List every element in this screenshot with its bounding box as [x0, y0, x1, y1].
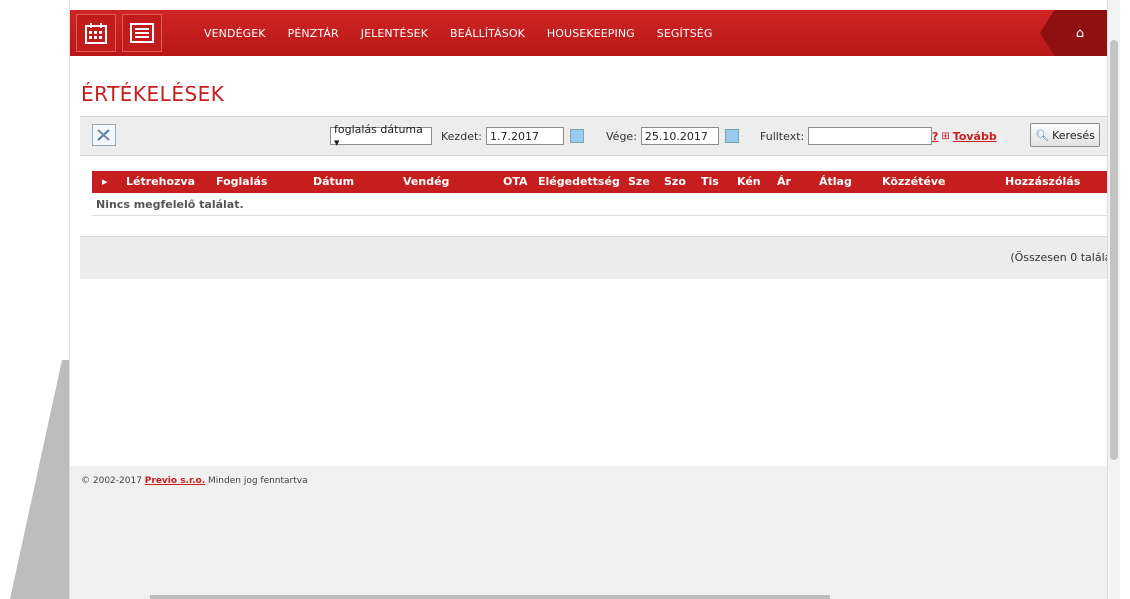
- col-header[interactable]: OTA: [503, 175, 528, 188]
- search-icon: 🔍︎: [1035, 128, 1050, 142]
- date-type-select[interactable]: foglalás dátuma ▾: [330, 123, 432, 149]
- col-header[interactable]: Dátum: [313, 175, 354, 188]
- more-link[interactable]: Tovább: [953, 130, 997, 143]
- result-count: (Összesen 0 találat): [1010, 251, 1120, 264]
- copyright-suffix: Minden jog fenntartva: [208, 476, 308, 486]
- menu-item-penztar[interactable]: PÉNZTÁR: [288, 27, 339, 40]
- company-link[interactable]: Previo s.r.o.: [145, 476, 205, 486]
- copyright-prefix: © 2002-2017: [81, 476, 142, 486]
- start-label: Kezdet:: [441, 129, 482, 143]
- main-menu: VENDÉGEK PÉNZTÁR JELENTÉSEK BEÁLLÍTÁSOK …: [204, 10, 734, 56]
- page-title: ÉRTÉKELÉSEK: [81, 82, 225, 106]
- menu-item-segitseg[interactable]: SEGÍTSÉG: [657, 27, 713, 40]
- settings-tool-button[interactable]: [92, 124, 116, 146]
- menu-item-housekeeping[interactable]: HOUSEKEEPING: [547, 27, 635, 40]
- menu-item-vendegek[interactable]: VENDÉGEK: [204, 27, 266, 40]
- start-date-input[interactable]: 1.7.2017: [485, 127, 564, 145]
- copyright: © 2002-2017 Previo s.r.o. Minden jog fen…: [81, 476, 308, 486]
- vertical-scrollbar[interactable]: [1107, 0, 1120, 599]
- col-header[interactable]: Elégedettség: [538, 175, 620, 188]
- decorative-shape: [10, 360, 80, 599]
- col-header[interactable]: Közzétéve: [882, 175, 946, 188]
- app-window: VENDÉGEK PÉNZTÁR JELENTÉSEK BEÁLLÍTÁSOK …: [69, 0, 1120, 599]
- col-header[interactable]: Átlag: [819, 175, 852, 188]
- expand-arrow-icon[interactable]: ▸: [102, 175, 108, 188]
- tools-icon: [97, 129, 110, 141]
- fulltext-label: Fulltext:: [760, 129, 805, 143]
- result-bar: (Összesen 0 találat): [80, 236, 1120, 279]
- end-label: Vége:: [606, 129, 637, 143]
- expand-icon: ⊞: [941, 130, 950, 142]
- end-date-input[interactable]: 25.10.2017: [640, 127, 719, 145]
- filter-bar: foglalás dátuma ▾ Kezdet: 1.7.2017 Vége:…: [80, 116, 1120, 156]
- list-button[interactable]: [122, 14, 162, 52]
- col-header[interactable]: Hozzászólás: [1005, 175, 1080, 188]
- help-link[interactable]: ?: [932, 130, 938, 143]
- col-header[interactable]: Tis: [701, 175, 719, 188]
- menu-item-jelentesek[interactable]: JELENTÉSEK: [361, 27, 428, 40]
- col-header[interactable]: Foglalás: [216, 175, 267, 188]
- col-header[interactable]: Ár: [777, 175, 791, 188]
- col-header[interactable]: Kén: [737, 175, 761, 188]
- home-icon: ⌂: [1075, 25, 1085, 41]
- col-header[interactable]: Létrehozva: [126, 175, 195, 188]
- list-icon: [130, 23, 154, 43]
- col-header[interactable]: Vendég: [403, 175, 449, 188]
- reviews-table: ▸ Létrehozva Foglalás Dátum Vendég OTA E…: [92, 171, 1120, 216]
- scroll-thumb[interactable]: [1110, 40, 1118, 460]
- col-header[interactable]: Sze: [628, 175, 650, 188]
- footer: © 2002-2017 Previo s.r.o. Minden jog fen…: [70, 466, 1120, 599]
- background-left-panel: [0, 0, 80, 599]
- calendar-picker-icon[interactable]: [724, 129, 739, 143]
- table-header: ▸ Létrehozva Foglalás Dátum Vendég OTA E…: [92, 171, 1120, 193]
- horizontal-scrollbar[interactable]: [150, 595, 830, 599]
- calendar-button[interactable]: [76, 14, 116, 52]
- empty-message: Nincs megfelelő találat.: [92, 193, 1120, 216]
- search-button[interactable]: 🔍︎ Keresés: [1030, 123, 1100, 147]
- col-header[interactable]: Szo: [664, 175, 686, 188]
- calendar-icon: [85, 23, 107, 44]
- search-button-label: Keresés: [1052, 128, 1095, 142]
- menu-item-beallitasok[interactable]: BEÁLLÍTÁSOK: [450, 27, 525, 40]
- calendar-picker-icon[interactable]: [569, 129, 584, 143]
- fulltext-input[interactable]: [808, 127, 933, 145]
- top-navbar: VENDÉGEK PÉNZTÁR JELENTÉSEK BEÁLLÍTÁSOK …: [70, 10, 1120, 56]
